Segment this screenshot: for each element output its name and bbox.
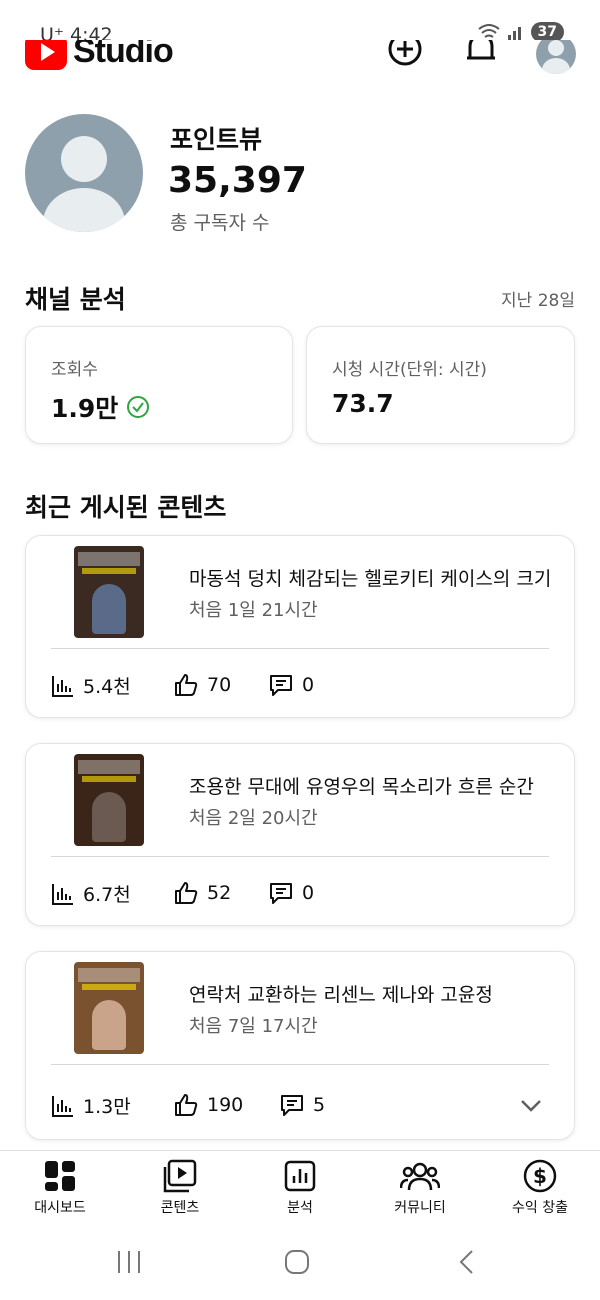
youtube-studio-logo[interactable]: Studio: [25, 40, 174, 71]
thumbs-up-icon: [175, 882, 198, 904]
comments-count: 0: [302, 674, 315, 696]
likes-metric: 52: [173, 880, 231, 906]
nav-label: 수익 창출: [512, 1200, 568, 1216]
views-count: 5.4천: [83, 676, 131, 698]
watch-time-value: 73.7: [332, 389, 394, 418]
content-library-icon: [163, 1159, 197, 1193]
dashboard-icon: [45, 1161, 75, 1191]
analytics-period: 지난 28일: [501, 291, 575, 311]
divider: [51, 856, 549, 857]
views-card[interactable]: 조회수 1.9만: [25, 326, 293, 444]
divider: [51, 648, 549, 649]
channel-name[interactable]: 포인트뷰: [170, 120, 262, 156]
content-item[interactable]: 마동석 덩치 체감되는 헬로키티 케이스의 크기 처음 1일 21시간 5.4천…: [25, 535, 575, 718]
nav-analytics[interactable]: 분석: [240, 1151, 360, 1224]
views-count: 6.7천: [83, 884, 131, 906]
content-item[interactable]: 연락처 교환하는 리센느 제나와 고윤정 처음 7일 17시간 1.3만 190…: [25, 951, 575, 1140]
check-circle-icon: [127, 396, 150, 418]
battery-indicator: 37: [530, 22, 564, 42]
watch-time-number: 73.7: [332, 389, 394, 418]
recent-apps-icon[interactable]: [115, 1248, 143, 1276]
subscriber-label: 총 구독자 수: [170, 212, 270, 234]
analytics-title: 채널 분석: [25, 285, 126, 314]
views-metric: 5.4천: [51, 672, 131, 699]
thumbs-up-icon: [175, 674, 198, 696]
views-number: 1.9만: [51, 394, 119, 423]
video-title[interactable]: 조용한 무대에 유영우의 목소리가 흐른 순간: [189, 772, 559, 799]
views-metric: 1.3만: [51, 1092, 131, 1119]
views-value: 1.9만: [51, 389, 150, 425]
analytics-icon: [284, 1160, 316, 1192]
youtube-logo-icon: [25, 40, 67, 70]
thumbs-up-icon: [175, 1094, 198, 1116]
watch-time-label: 시청 시간(단위: 시간): [332, 360, 487, 380]
comments-metric: 0: [268, 880, 314, 906]
wifi-icon: [477, 24, 500, 38]
comment-icon: [270, 883, 292, 904]
create-icon[interactable]: [386, 40, 424, 68]
video-thumbnail[interactable]: [74, 754, 144, 846]
svg-text:$: $: [533, 1164, 547, 1188]
bar-chart-icon: [52, 1095, 73, 1117]
video-age: 처음 1일 21시간: [189, 600, 318, 621]
nav-label: 분석: [287, 1200, 313, 1216]
likes-count: 190: [207, 1094, 244, 1116]
bar-chart-icon: [52, 675, 73, 697]
likes-count: 70: [207, 674, 232, 696]
system-navigation-bar: [0, 1224, 600, 1300]
divider: [51, 1064, 549, 1065]
video-age: 처음 2일 20시간: [189, 808, 318, 829]
comments-count: 5: [313, 1094, 326, 1116]
likes-count: 52: [207, 882, 232, 904]
video-thumbnail[interactable]: [74, 546, 144, 638]
notification-bell-icon[interactable]: [463, 40, 499, 70]
app-header: Studio: [0, 40, 600, 85]
comment-icon: [270, 675, 292, 696]
nav-dashboard[interactable]: 대시보드: [0, 1151, 120, 1224]
dollar-icon: $: [523, 1159, 557, 1193]
home-icon[interactable]: [283, 1248, 311, 1276]
bar-chart-icon: [52, 883, 73, 905]
views-metric: 6.7천: [51, 880, 131, 907]
comments-metric: 5: [279, 1092, 325, 1118]
likes-metric: 70: [173, 672, 231, 698]
recent-content-title: 최근 게시된 콘텐츠: [25, 493, 227, 522]
back-icon[interactable]: [453, 1248, 481, 1276]
content-item[interactable]: 조용한 무대에 유영우의 목소리가 흐른 순간 처음 2일 20시간 6.7천 …: [25, 743, 575, 926]
community-icon: [400, 1162, 440, 1191]
comments-count: 0: [302, 882, 315, 904]
signal-icon: [507, 27, 521, 40]
chevron-down-icon[interactable]: [518, 1092, 544, 1118]
logo-text: Studio: [73, 40, 174, 70]
nav-label: 커뮤니티: [394, 1200, 446, 1216]
video-title[interactable]: 연락처 교환하는 리센느 제나와 고윤정: [189, 980, 559, 1007]
nav-community[interactable]: 커뮤니티: [360, 1151, 480, 1224]
nav-earn[interactable]: $ 수익 창출: [480, 1151, 600, 1224]
likes-metric: 190: [173, 1092, 243, 1118]
video-title[interactable]: 마동석 덩치 체감되는 헬로키티 케이스의 크기: [189, 564, 559, 591]
subscriber-count: 35,397: [168, 160, 307, 201]
nav-label: 대시보드: [34, 1200, 86, 1216]
views-label: 조회수: [51, 360, 98, 380]
video-age: 처음 7일 17시간: [189, 1016, 318, 1037]
comment-icon: [281, 1095, 303, 1116]
channel-avatar[interactable]: [25, 114, 143, 232]
nav-content[interactable]: 콘텐츠: [120, 1151, 240, 1224]
video-thumbnail[interactable]: [74, 962, 144, 1054]
account-avatar[interactable]: [536, 40, 576, 74]
views-count: 1.3만: [83, 1096, 131, 1118]
bottom-navigation: 대시보드 콘텐츠 분석 커뮤니티 $ 수익 창출: [0, 1150, 600, 1224]
status-icons: 37: [477, 22, 564, 42]
nav-label: 콘텐츠: [160, 1200, 200, 1216]
watch-time-card[interactable]: 시청 시간(단위: 시간) 73.7: [306, 326, 575, 444]
comments-metric: 0: [268, 672, 314, 698]
